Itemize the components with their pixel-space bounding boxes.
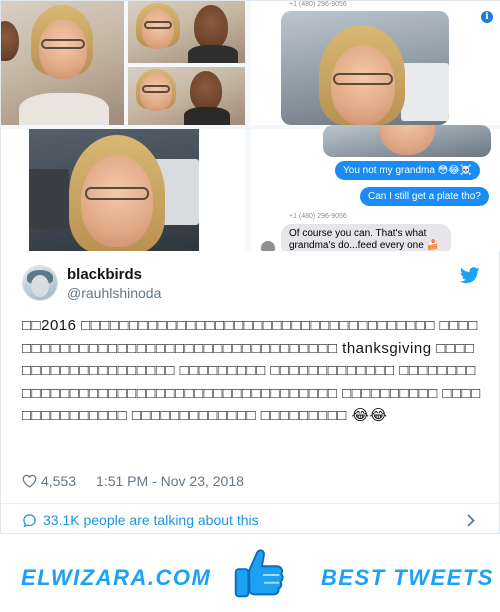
avatar[interactable]: [22, 265, 58, 301]
tweet-text: □□2016 □□□□□□□□□□□□□□□□□□□□□□□□□□□□□□□□□…: [22, 317, 481, 424]
twitter-bird-icon[interactable]: [460, 267, 480, 284]
message-photo-2[interactable]: [323, 125, 491, 157]
conversation-link[interactable]: 33.1K people are talking about this: [22, 512, 259, 528]
photo-selfie-1[interactable]: [1, 1, 124, 125]
site-brand: ELWIZARA.COM: [21, 565, 212, 590]
best-tweets-label: BEST TWEETS: [321, 565, 494, 590]
message-bubble-received: Of course you can. That's what grandma's…: [281, 224, 451, 251]
text-screenshot-top[interactable]: +1 (480) 296-9056 i: [251, 1, 500, 125]
phone-number: +1 (480) 296-9056: [289, 1, 347, 8]
tweet-card: +1 (480) 296-9056 i You not my grandma 😳…: [0, 0, 500, 534]
timestamp[interactable]: 1:51 PM - Nov 23, 2018: [96, 473, 244, 489]
photo-two-people-1[interactable]: [128, 1, 245, 63]
divider: [1, 503, 500, 504]
like-count[interactable]: 4,553: [41, 473, 76, 489]
heart-icon[interactable]: [22, 474, 37, 488]
thumbs-up-icon: [234, 549, 284, 598]
tweet-meta: 4,553 1:51 PM - Nov 23, 2018: [22, 473, 244, 489]
photo-selfie-2[interactable]: [1, 129, 245, 251]
contact-avatar: [261, 241, 275, 251]
message-bubble-sent-2: Can I still get a plate tho?: [360, 187, 489, 206]
phone-number: +1 (480) 296-9056: [289, 213, 347, 220]
info-icon: i: [481, 11, 493, 23]
display-name[interactable]: blackbirds: [67, 266, 142, 283]
message-bubble-sent-1: You not my grandma 😳😂☠️: [335, 161, 481, 180]
comment-bubble-icon: [23, 513, 36, 527]
photo-two-people-2[interactable]: [128, 67, 245, 125]
text-screenshot-bottom[interactable]: You not my grandma 😳😂☠️ Can I still get …: [251, 125, 500, 251]
user-handle[interactable]: @rauhlshinoda: [67, 285, 161, 301]
chevron-right-icon[interactable]: [467, 514, 475, 527]
message-photo[interactable]: [281, 11, 449, 125]
conversation-count: 33.1K people are talking about this: [43, 512, 259, 528]
tweet-media-collage[interactable]: +1 (480) 296-9056 i You not my grandma 😳…: [1, 1, 500, 251]
